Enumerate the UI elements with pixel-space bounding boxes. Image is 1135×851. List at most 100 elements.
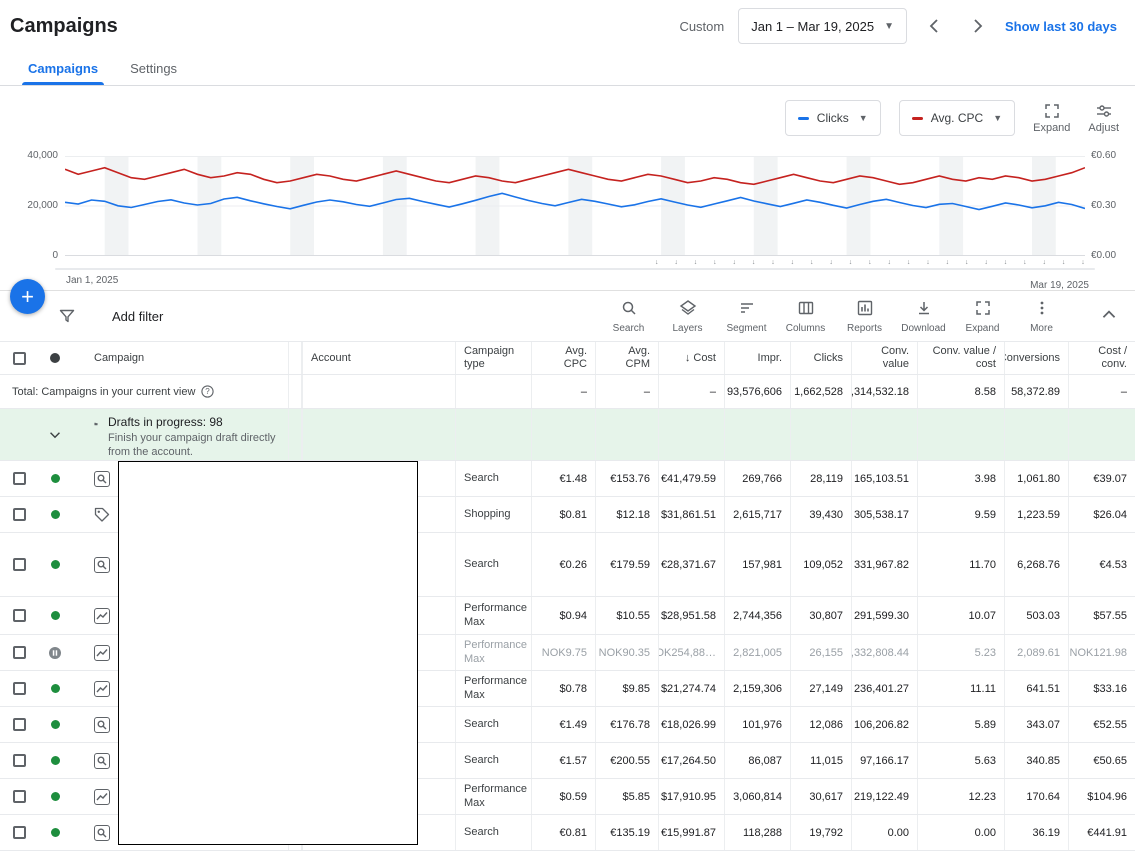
segment-button[interactable]: Segment: [717, 299, 776, 334]
campaign-status[interactable]: [38, 635, 72, 670]
chart-plot-area[interactable]: [64, 156, 1086, 256]
add-campaign-fab[interactable]: +: [10, 279, 45, 314]
campaign-status[interactable]: [38, 597, 72, 634]
annotation-marker-icon[interactable]: ↓: [733, 259, 737, 267]
column-header-clicks[interactable]: Clicks: [790, 342, 851, 374]
annotation-marker-icon[interactable]: ↓: [1023, 259, 1027, 267]
annotation-marker-icon[interactable]: ↓: [926, 259, 930, 267]
cost-cell: $31,861.51: [658, 497, 724, 532]
drafts-expand-toggle[interactable]: [38, 409, 72, 460]
row-checkbox[interactable]: [0, 533, 38, 596]
annotation-marker-icon[interactable]: ↓: [713, 259, 717, 267]
chart-scrollbar[interactable]: [55, 268, 1095, 270]
campaign-type-cell: Search: [455, 461, 531, 496]
select-all-checkbox[interactable]: [0, 342, 38, 374]
conversions-cell: 1,061.80: [1004, 461, 1068, 496]
campaign-status[interactable]: [38, 671, 72, 706]
annotation-marker-icon[interactable]: ↓: [849, 259, 853, 267]
tab-settings[interactable]: Settings: [114, 52, 193, 85]
row-checkbox[interactable]: [0, 635, 38, 670]
show-last-30-days-link[interactable]: Show last 30 days: [1005, 19, 1117, 34]
tab-campaigns[interactable]: Campaigns: [12, 52, 114, 85]
annotation-marker-icon[interactable]: ↓: [810, 259, 814, 267]
annotation-marker-icon[interactable]: ↓: [752, 259, 756, 267]
reports-button[interactable]: Reports: [835, 299, 894, 334]
column-header-conversions[interactable]: Conversions: [1004, 342, 1068, 374]
shopping-campaign-icon: [94, 507, 110, 523]
conv-value-cost-cell: 3.98: [917, 461, 1004, 496]
annotation-marker-icon[interactable]: ↓: [984, 259, 988, 267]
column-header-conv-value-cost[interactable]: Conv. value / cost: [917, 342, 1004, 374]
clicks-cell: 11,015: [790, 743, 851, 778]
total-avg-cpc: –: [531, 375, 595, 408]
row-checkbox[interactable]: [0, 743, 38, 778]
checkbox-icon: [12, 718, 26, 731]
columns-button[interactable]: Columns: [776, 299, 835, 334]
annotation-marker-icon[interactable]: ↓: [1004, 259, 1008, 267]
annotation-marker-icon[interactable]: ↓: [829, 259, 833, 267]
metric2-dropdown[interactable]: Avg. CPC ▼: [898, 100, 1016, 136]
row-checkbox[interactable]: [0, 461, 38, 496]
annotation-marker-icon[interactable]: ↓: [907, 259, 911, 267]
cost-conv-cell: €4.53: [1068, 533, 1135, 596]
help-icon[interactable]: ?: [201, 385, 215, 398]
column-header-avg-cpc[interactable]: Avg. CPC: [531, 342, 595, 374]
annotation-marker-icon[interactable]: ↓: [655, 259, 659, 267]
chart-adjust-button[interactable]: Adjust: [1088, 102, 1119, 134]
chart-expand-button[interactable]: Expand: [1033, 102, 1070, 134]
campaign-status[interactable]: [38, 497, 72, 532]
annotation-marker-icon[interactable]: ↓: [868, 259, 872, 267]
checkbox-icon: [12, 682, 26, 695]
annotation-marker-icon[interactable]: ↓: [1062, 259, 1066, 267]
column-header-conv-value[interactable]: Conv. value: [851, 342, 917, 374]
row-checkbox[interactable]: [0, 707, 38, 742]
add-filter-button[interactable]: Add filter: [58, 307, 163, 325]
download-button[interactable]: Download: [894, 299, 953, 334]
previous-period-button[interactable]: [921, 12, 949, 40]
column-header-cost[interactable]: ↓ Cost: [658, 342, 724, 374]
column-header-avg-cpm[interactable]: Avg. CPM: [595, 342, 658, 374]
right-axis-tick-000: €0.00: [1091, 250, 1117, 261]
column-header-account[interactable]: Account: [302, 342, 455, 374]
column-header-campaign-type[interactable]: Campaign type: [455, 342, 531, 374]
avg-cpc-cell: €1.49: [531, 707, 595, 742]
annotation-markers[interactable]: ↓ ↓ ↓ ↓ ↓ ↓ ↓ ↓ ↓ ↓ ↓ ↓ ↓ ↓ ↓ ↓ ↓ ↓ ↓ ↓ ↓ ↓ ↓: [655, 259, 1085, 267]
pmax-campaign-icon: [94, 680, 110, 697]
row-checkbox[interactable]: [0, 497, 38, 532]
campaign-status[interactable]: [38, 743, 72, 778]
annotation-marker-icon[interactable]: ↓: [1081, 259, 1085, 267]
column-header-cost-conv[interactable]: Cost / conv.: [1068, 342, 1135, 374]
campaign-status[interactable]: [38, 707, 72, 742]
more-button[interactable]: More: [1012, 299, 1071, 334]
layers-button[interactable]: Layers: [658, 299, 717, 334]
annotation-marker-icon[interactable]: ↓: [771, 259, 775, 267]
total-row: Total: Campaigns in your current view ? …: [0, 375, 1135, 409]
next-period-button[interactable]: [963, 12, 991, 40]
annotation-marker-icon[interactable]: ↓: [674, 259, 678, 267]
search-button[interactable]: Search: [599, 299, 658, 334]
status-enabled-icon: [50, 684, 60, 693]
drafts-in-progress-row[interactable]: Drafts in progress: 98 Finish your campa…: [0, 409, 1135, 461]
annotation-marker-icon[interactable]: ↓: [1043, 259, 1047, 267]
column-header-impressions[interactable]: Impr.: [724, 342, 790, 374]
expand-button[interactable]: Expand: [953, 299, 1012, 334]
collapse-panel-button[interactable]: [1099, 305, 1119, 328]
avg-cpm-cell: €153.76: [595, 461, 658, 496]
row-checkbox[interactable]: [0, 779, 38, 814]
metric1-dropdown[interactable]: Clicks ▼: [784, 100, 881, 136]
campaign-status[interactable]: [38, 533, 72, 596]
annotation-marker-icon[interactable]: ↓: [965, 259, 969, 267]
annotation-marker-icon[interactable]: ↓: [888, 259, 892, 267]
column-header-campaign[interactable]: Campaign: [72, 342, 288, 374]
metric1-color-swatch: [797, 116, 809, 120]
campaign-status[interactable]: [38, 461, 72, 496]
annotation-marker-icon[interactable]: ↓: [694, 259, 698, 267]
row-checkbox[interactable]: [0, 671, 38, 706]
campaign-status[interactable]: [38, 779, 72, 814]
date-range-picker[interactable]: Jan 1 – Mar 19, 2025 ▼: [738, 8, 907, 44]
annotation-marker-icon[interactable]: ↓: [946, 259, 950, 267]
conv-value-cost-cell: 9.59: [917, 497, 1004, 532]
status-column-header[interactable]: [38, 342, 72, 374]
annotation-marker-icon[interactable]: ↓: [791, 259, 795, 267]
row-checkbox[interactable]: [0, 597, 38, 634]
